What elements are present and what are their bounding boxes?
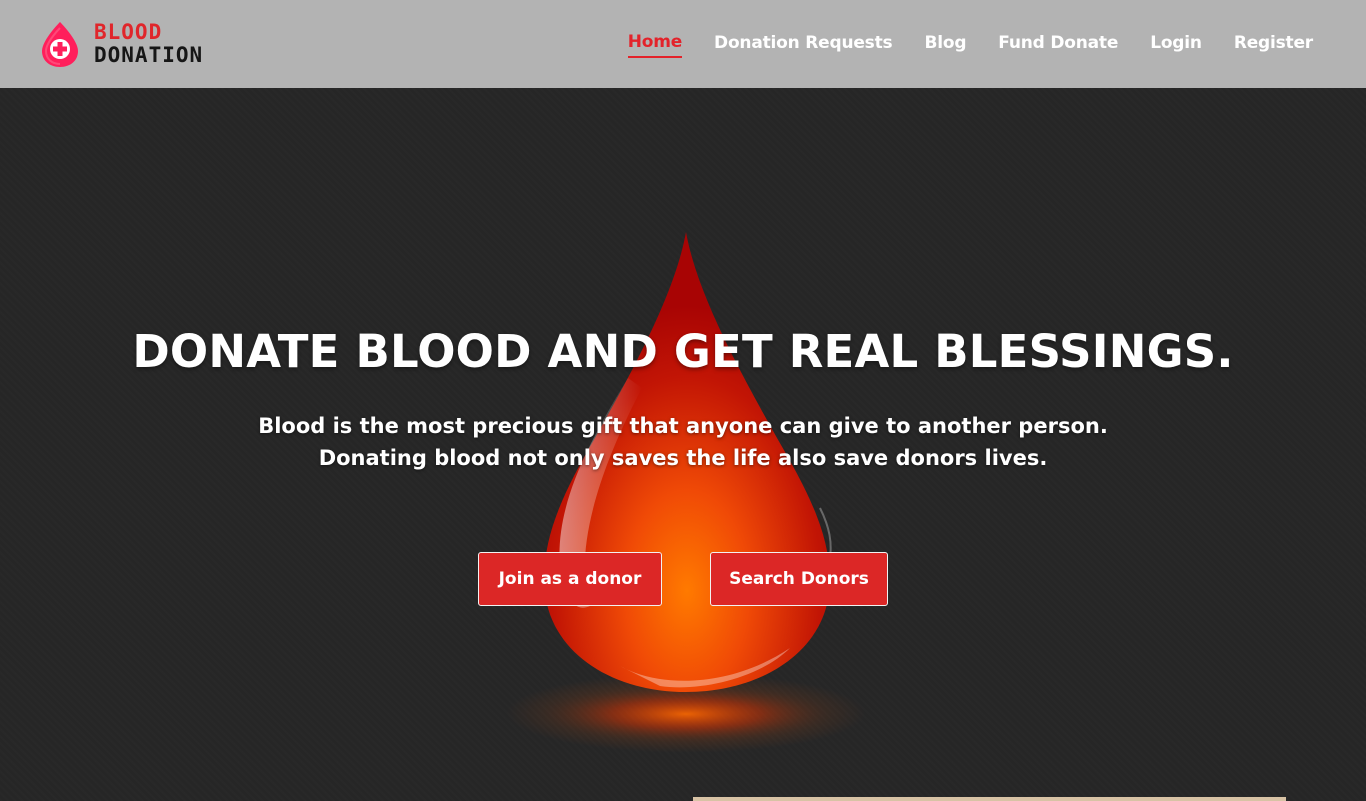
hero-subtitle-line-1: Blood is the most precious gift that any… — [258, 414, 1108, 438]
nav-item-register[interactable]: Register — [1234, 33, 1313, 57]
nav-item-donation-requests[interactable]: Donation Requests — [714, 33, 893, 57]
nav-item-home[interactable]: Home — [627, 32, 682, 58]
search-donors-button[interactable]: Search Donors — [710, 552, 888, 606]
hero-subtitle: Blood is the most precious gift that any… — [0, 410, 1366, 474]
nav-item-login[interactable]: Login — [1150, 33, 1202, 57]
blood-drop-plus-icon — [42, 22, 78, 67]
hero-section: DONATE BLOOD AND GET REAL BLESSINGS. Blo… — [0, 88, 1366, 801]
logo-text-donation: DONATION — [94, 43, 204, 67]
hero-title: DONATE BLOOD AND GET REAL BLESSINGS. — [132, 325, 1234, 378]
site-logo[interactable]: BLOOD DONATION — [40, 20, 203, 68]
join-as-donor-button[interactable]: Join as a donor — [478, 552, 662, 606]
hero-subtitle-line-2: Donating blood not only saves the life a… — [318, 446, 1048, 470]
next-section-preview — [693, 797, 1286, 801]
nav-item-fund-donate[interactable]: Fund Donate — [998, 33, 1118, 57]
main-nav: Home Donation Requests Blog Fund Donate … — [596, 32, 1313, 58]
site-header: BLOOD DONATION Home Donation Requests Bl… — [0, 0, 1366, 88]
logo-text-blood: BLOOD — [94, 20, 163, 44]
nav-item-blog[interactable]: Blog — [924, 33, 966, 57]
